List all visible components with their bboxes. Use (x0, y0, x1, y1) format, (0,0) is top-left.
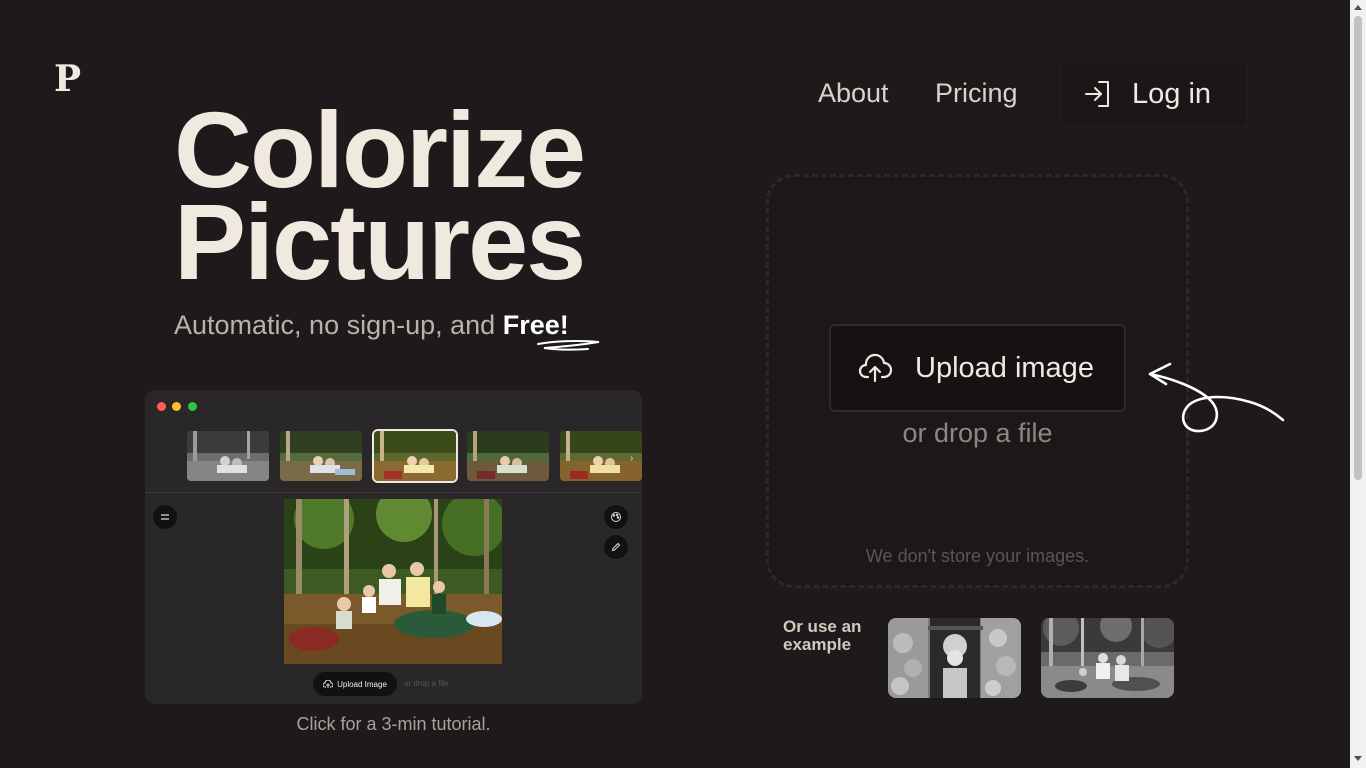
nav-pricing-link[interactable]: Pricing (935, 78, 1018, 109)
hero-title-line2: Pictures (174, 181, 586, 302)
login-label: Log in (1132, 77, 1212, 110)
tutorial-caption[interactable]: Click for a 3-min tutorial. (145, 714, 642, 735)
login-icon (1085, 81, 1109, 107)
hero-title: Colorize Pictures (174, 96, 586, 302)
logo[interactable]: P (54, 58, 81, 100)
examples-label-line1: Or use an (783, 617, 862, 636)
tutorial-upload-label: Upload Image (337, 679, 387, 689)
example-image-2[interactable] (1041, 618, 1174, 698)
underline-squiggle (537, 339, 600, 351)
thumbnail-selected (374, 431, 456, 481)
hero-subtitle: Automatic, no sign-up, and Free! (174, 310, 569, 341)
examples-label-line2: example (783, 635, 852, 654)
window-close-dot (157, 402, 166, 411)
thumbnail-strip: › (145, 420, 642, 492)
thumbnail (280, 431, 362, 481)
scrollbar-thumb[interactable] (1354, 16, 1362, 480)
menu-icon (153, 505, 177, 529)
divider (145, 492, 642, 493)
hero-subtitle-text: Automatic, no sign-up, and (174, 310, 503, 340)
cloud-upload-icon (858, 353, 893, 383)
scroll-up-arrow-icon[interactable] (1354, 5, 1362, 10)
example-image-1[interactable] (888, 618, 1021, 698)
tutorial-video[interactable]: › Upload Image or drop a file (145, 390, 642, 704)
upload-image-label: Upload image (915, 351, 1094, 384)
scroll-down-arrow-icon[interactable] (1354, 756, 1362, 761)
window-maximize-dot (188, 402, 197, 411)
scrollbar[interactable] (1350, 0, 1366, 768)
hero-subtitle-emphasis: Free! (502, 310, 569, 340)
login-button[interactable]: Log in (1062, 62, 1246, 126)
nav-about-link[interactable]: About (818, 78, 889, 109)
drop-file-text: or drop a file (902, 418, 1053, 448)
examples-label: Or use an example (783, 618, 861, 654)
palette-icon (604, 505, 628, 529)
tutorial-photo (284, 499, 502, 664)
privacy-note: We don't store your images. (865, 546, 1090, 566)
svg-text:›: › (630, 453, 633, 464)
upload-image-button[interactable]: Upload image (829, 324, 1126, 412)
hand-drawn-arrow-icon (1148, 362, 1285, 433)
window-minimize-dot (172, 402, 181, 411)
tutorial-upload-button: Upload Image (313, 672, 397, 696)
pencil-icon (604, 535, 628, 559)
thumbnail (467, 431, 549, 481)
tutorial-drop-text: or drop a file (404, 679, 449, 688)
thumbnail: › (560, 431, 642, 481)
thumbnail (187, 431, 269, 481)
